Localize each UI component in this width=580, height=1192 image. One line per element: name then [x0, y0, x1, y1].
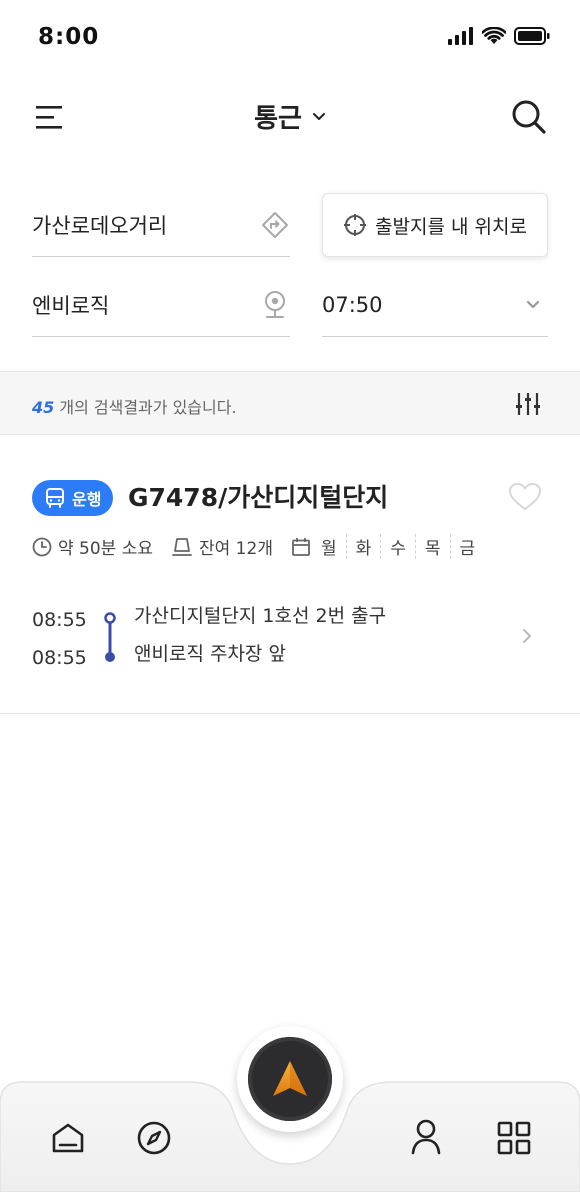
stop-time-departure: 08:55 [32, 609, 87, 631]
status-time: 8:00 [38, 24, 100, 50]
search-icon [512, 100, 546, 134]
day-thu: 목 [414, 534, 450, 559]
navigation-button[interactable] [237, 1026, 343, 1132]
compass-icon [137, 1121, 171, 1155]
stop-name-arrival: 앤비로직 주차장 앞 [134, 643, 286, 665]
calendar-icon [292, 537, 310, 556]
duration-text: 약 50분 소요 [58, 539, 153, 559]
search-button[interactable] [510, 98, 548, 136]
origin-field[interactable]: 가산로데오거리 [32, 193, 290, 257]
day-fri: 금 [449, 534, 485, 559]
route-card[interactable]: 운행 G7478/가산디지털단지 약 50분 소요 잔여 12개 월 화 수 목… [0, 436, 580, 714]
title-dropdown[interactable]: 통근 [254, 98, 326, 135]
clock-icon [32, 537, 52, 556]
chevron-right-icon [523, 629, 531, 643]
swap-icon[interactable] [260, 210, 290, 240]
top-bar: 통근 [0, 88, 580, 148]
destination-text: 엔비로직 [32, 293, 110, 318]
time-value: 07:50 [322, 292, 383, 317]
result-count-number: 45 [32, 398, 55, 417]
my-location-label: 출발지를 내 위치로 [375, 215, 527, 238]
seat-icon [172, 537, 192, 556]
user-icon [411, 1119, 441, 1155]
grid-icon [497, 1121, 531, 1155]
signal-icon [448, 27, 473, 45]
stop-names: 가산디지털단지 1호선 2번 출구 앤비로직 주차장 앞 [134, 604, 386, 680]
home-icon [52, 1123, 84, 1153]
route-name: G7478/가산디지털단지 [128, 483, 389, 512]
destination-field[interactable]: 엔비로직 [32, 273, 290, 337]
route-timeline [104, 612, 116, 662]
battery-icon [514, 27, 550, 45]
status-badge-label: 운행 [72, 490, 102, 509]
result-bar: 45 개의 검색결과가 있습니다. [0, 371, 580, 435]
status-badge: 운행 [32, 480, 114, 516]
filter-button[interactable] [514, 390, 542, 418]
filter-icon [516, 393, 540, 415]
bus-icon [46, 488, 64, 508]
chevron-down-icon [518, 290, 548, 320]
seats: 잔여 12개 [171, 534, 273, 559]
result-count: 45 개의 검색결과가 있습니다. [32, 394, 237, 418]
page-title: 통근 [254, 104, 302, 134]
more-button[interactable] [494, 1118, 534, 1158]
day-mon: 월 [320, 539, 337, 559]
day-wed: 수 [380, 534, 415, 559]
favorite-button[interactable] [508, 482, 542, 512]
home-button[interactable] [48, 1118, 88, 1158]
page-title-wrapper: 통근 [0, 98, 580, 135]
profile-button[interactable] [406, 1116, 446, 1156]
stop-times: 08:55 08:55 [32, 608, 87, 684]
wifi-icon [482, 27, 506, 44]
stop-time-arrival: 08:55 [32, 647, 87, 669]
explore-button[interactable] [134, 1118, 174, 1158]
route-meta: 약 50분 소요 잔여 12개 월 화 수 목 금 [32, 534, 502, 559]
result-count-suffix: 개의 검색결과가 있습니다. [59, 398, 237, 417]
heart-icon [509, 483, 541, 510]
status-icons [448, 27, 550, 45]
location-pin-icon [260, 290, 290, 320]
chevron-down-icon [312, 112, 325, 120]
origin-text: 가산로데오거리 [32, 213, 168, 238]
day-tue: 화 [345, 534, 381, 559]
navigation-arrow-icon [273, 1061, 307, 1096]
operating-days: 월 화 수 목 금 [291, 534, 484, 559]
my-location-button[interactable]: 출발지를 내 위치로 [322, 193, 548, 257]
navigation-button-inner [248, 1037, 332, 1121]
time-select[interactable]: 07:50 [322, 273, 548, 337]
status-bar: 8:00 [0, 0, 580, 76]
stop-name-departure: 가산디지털단지 1호선 2번 출구 [134, 605, 387, 627]
seats-text: 잔여 12개 [199, 539, 273, 559]
crosshair-icon [344, 214, 367, 236]
duration: 약 50분 소요 [32, 534, 153, 559]
